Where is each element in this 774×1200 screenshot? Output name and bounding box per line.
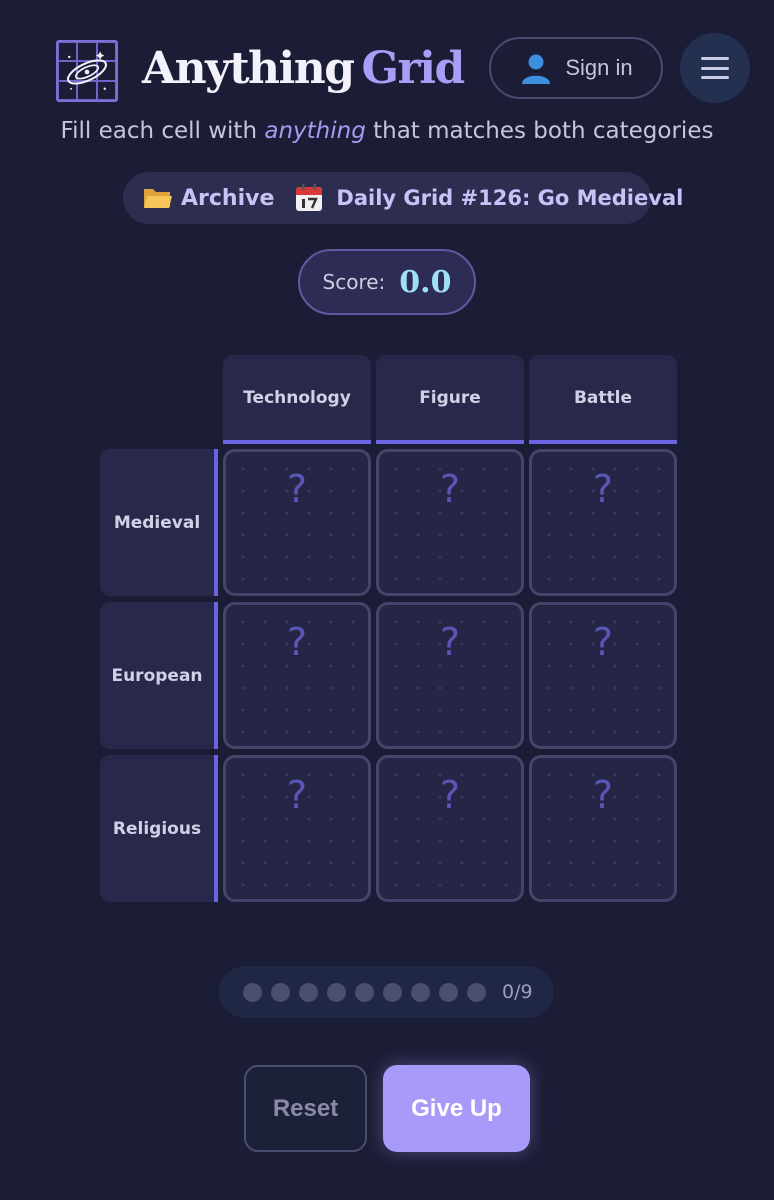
give-up-button[interactable]: Give Up xyxy=(383,1065,530,1152)
progress-dot xyxy=(271,982,290,1002)
archive-label: Archive xyxy=(181,185,275,211)
progress-dot xyxy=(355,982,374,1002)
page: Anything Grid Sign in Fill each cell with… xyxy=(0,0,774,1200)
question-mark-placeholder: ? xyxy=(592,620,614,664)
sign-in-label: Sign in xyxy=(565,55,633,80)
grid-cell-religious-technology[interactable]: ? xyxy=(223,755,371,902)
grid-cell-religious-figure[interactable]: ? xyxy=(376,755,524,902)
question-mark-placeholder: ? xyxy=(439,620,461,664)
logo-icon[interactable] xyxy=(56,40,118,102)
score-label: Score: xyxy=(322,270,386,294)
galaxy-swirl-icon xyxy=(66,51,108,90)
question-mark-placeholder: ? xyxy=(439,773,461,817)
progress-indicator: 0/9 xyxy=(219,966,554,1018)
calendar-icon xyxy=(296,184,323,211)
daily-grid-title: Daily Grid #126: Go Medieval xyxy=(274,183,683,213)
reset-button[interactable]: Reset xyxy=(244,1065,367,1152)
brand-word-grid: Grid xyxy=(361,43,465,94)
grid-cell-medieval-figure[interactable]: ? xyxy=(376,449,524,596)
tagline-emphasis: anything xyxy=(264,118,366,144)
brand-word-anything: Anything xyxy=(142,43,355,94)
column-header-technology: Technology xyxy=(223,355,371,444)
grid-cell-religious-battle[interactable]: ? xyxy=(529,755,677,902)
progress-dot xyxy=(383,982,402,1002)
grid-cell-medieval-battle[interactable]: ? xyxy=(529,449,677,596)
row-header-religious: Religious xyxy=(100,755,218,902)
column-header-figure: Figure xyxy=(376,355,524,444)
question-mark-placeholder: ? xyxy=(439,467,461,511)
grid-cell-european-technology[interactable]: ? xyxy=(223,602,371,749)
row-header-medieval: Medieval xyxy=(100,449,218,596)
progress-count: 0/9 xyxy=(502,981,533,1003)
progress-dot xyxy=(411,982,430,1002)
grid-cell-medieval-technology[interactable]: ? xyxy=(223,449,371,596)
progress-dot xyxy=(327,982,346,1002)
progress-dot xyxy=(439,982,458,1002)
question-mark-placeholder: ? xyxy=(286,773,308,817)
hamburger-menu-icon xyxy=(701,57,729,79)
row-header-european: European xyxy=(100,602,218,749)
progress-dots xyxy=(243,982,486,1002)
menu-button[interactable] xyxy=(680,33,750,103)
tagline-after: that matches both categories xyxy=(365,118,714,144)
sign-in-button[interactable]: Sign in xyxy=(489,37,663,99)
question-mark-placeholder: ? xyxy=(286,620,308,664)
archive-link[interactable]: Archive xyxy=(123,186,274,211)
grid-cell-european-battle[interactable]: ? xyxy=(529,602,677,749)
progress-dot xyxy=(299,982,318,1002)
score-value: 0.0 xyxy=(399,264,452,300)
question-mark-placeholder: ? xyxy=(286,467,308,511)
progress-dot xyxy=(467,982,486,1002)
score-badge: Score: 0.0 xyxy=(298,249,476,315)
progress-dot xyxy=(243,982,262,1002)
user-icon xyxy=(522,54,551,84)
open-folder-icon xyxy=(144,189,172,208)
question-mark-placeholder: ? xyxy=(592,773,614,817)
daily-grid-label: Daily Grid #126: Go Medieval xyxy=(336,186,684,210)
tagline-before: Fill each cell with xyxy=(60,118,265,144)
question-mark-placeholder: ? xyxy=(592,467,614,511)
brand-title[interactable]: Anything Grid xyxy=(142,38,465,100)
grid-cell-european-figure[interactable]: ? xyxy=(376,602,524,749)
column-header-battle: Battle xyxy=(529,355,677,444)
tagline: Fill each cell with anything that matche… xyxy=(0,118,774,144)
info-bar: Archive Daily Grid #126: Go Medieval xyxy=(123,172,683,224)
